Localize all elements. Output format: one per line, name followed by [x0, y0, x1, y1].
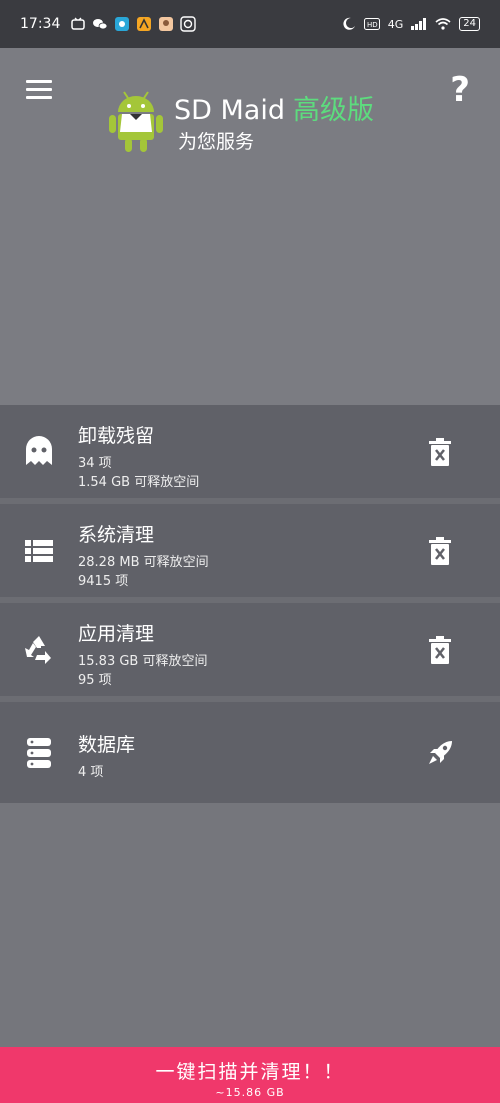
hd-icon: HD — [363, 18, 380, 30]
delete-icon[interactable] — [428, 635, 452, 664]
item-text: 卸载残留 34 项 1.54 GB 可释放空间 — [78, 421, 199, 492]
tool-list: 卸载残留 34 项 1.54 GB 可释放空间 系统清理 28.28 MB 可释… — [0, 405, 500, 803]
menu-button[interactable] — [26, 80, 52, 100]
database-icon — [27, 737, 51, 768]
ghost-icon — [26, 435, 52, 465]
help-button[interactable]: ? — [450, 70, 470, 110]
item-size: 15.83 GB 可释放空间 — [78, 654, 208, 669]
list-icon — [25, 539, 53, 562]
battery-level: 24 — [459, 17, 480, 31]
status-time: 17:34 — [20, 16, 61, 32]
app-icon-orange — [137, 17, 152, 31]
item-title: 卸载残留 — [78, 425, 155, 447]
item-title: 数据库 — [78, 734, 136, 756]
scan-and-clean-button[interactable]: 一键扫描并清理！！ ~15.86 GB — [0, 1047, 500, 1103]
rocket-icon[interactable] — [426, 739, 454, 767]
list-item-databases[interactable]: 数据库 4 项 — [0, 702, 500, 803]
scan-label: 一键扫描并清理！！ — [155, 1061, 345, 1083]
app-icon-circle — [180, 16, 197, 32]
wechat-icon — [93, 19, 108, 30]
item-title: 应用清理 — [78, 623, 155, 645]
app-name: SD Maid — [174, 95, 285, 126]
item-text: 应用清理 15.83 GB 可释放空间 95 项 — [78, 619, 207, 690]
sd-maid-logo — [109, 91, 163, 152]
item-text: 系统清理 28.28 MB 可释放空间 9415 项 — [78, 520, 209, 591]
item-count: 34 项 — [78, 456, 112, 471]
signal-icon — [411, 18, 427, 30]
svg-text:HD: HD — [367, 21, 378, 29]
app-subtitle: 为您服务 — [178, 131, 255, 153]
item-size: 28.28 MB 可释放空间 — [78, 555, 209, 570]
app-header: ? SD Maid 高级版 为您服务 — [0, 48, 500, 405]
app-title: SD Maid 高级版 — [174, 88, 374, 127]
app-icon-avatar — [159, 17, 174, 31]
edition-badge: 高级版 — [293, 95, 374, 126]
app-icon-blue — [115, 17, 130, 31]
network-type: 4G — [387, 17, 404, 31]
item-text: 数据库 4 项 — [78, 730, 135, 782]
list-item-systemcleaner[interactable]: 系统清理 28.28 MB 可释放空间 9415 项 — [0, 504, 500, 603]
item-count: 95 项 — [78, 673, 112, 688]
item-title: 系统清理 — [78, 524, 155, 546]
wifi-icon — [435, 18, 451, 30]
delete-icon[interactable] — [428, 437, 452, 466]
list-item-appcleaner[interactable]: 应用清理 15.83 GB 可释放空间 95 项 — [0, 603, 500, 702]
notification-icons — [70, 16, 197, 32]
status-indicators: HD 4G 24 — [342, 17, 480, 31]
list-item-corpsefinder[interactable]: 卸载残留 34 项 1.54 GB 可释放空间 — [0, 405, 500, 504]
scan-size: ~15.86 GB — [215, 1086, 285, 1099]
bilibili-icon — [71, 17, 86, 30]
status-bar: 17:34 HD 4G 24 — [0, 0, 500, 48]
delete-icon[interactable] — [428, 536, 452, 565]
item-size: 1.54 GB 可释放空间 — [78, 475, 200, 490]
item-count: 4 项 — [78, 765, 104, 780]
recycle-icon — [25, 635, 51, 664]
moon-icon — [343, 17, 355, 30]
item-count: 9415 项 — [78, 574, 129, 589]
